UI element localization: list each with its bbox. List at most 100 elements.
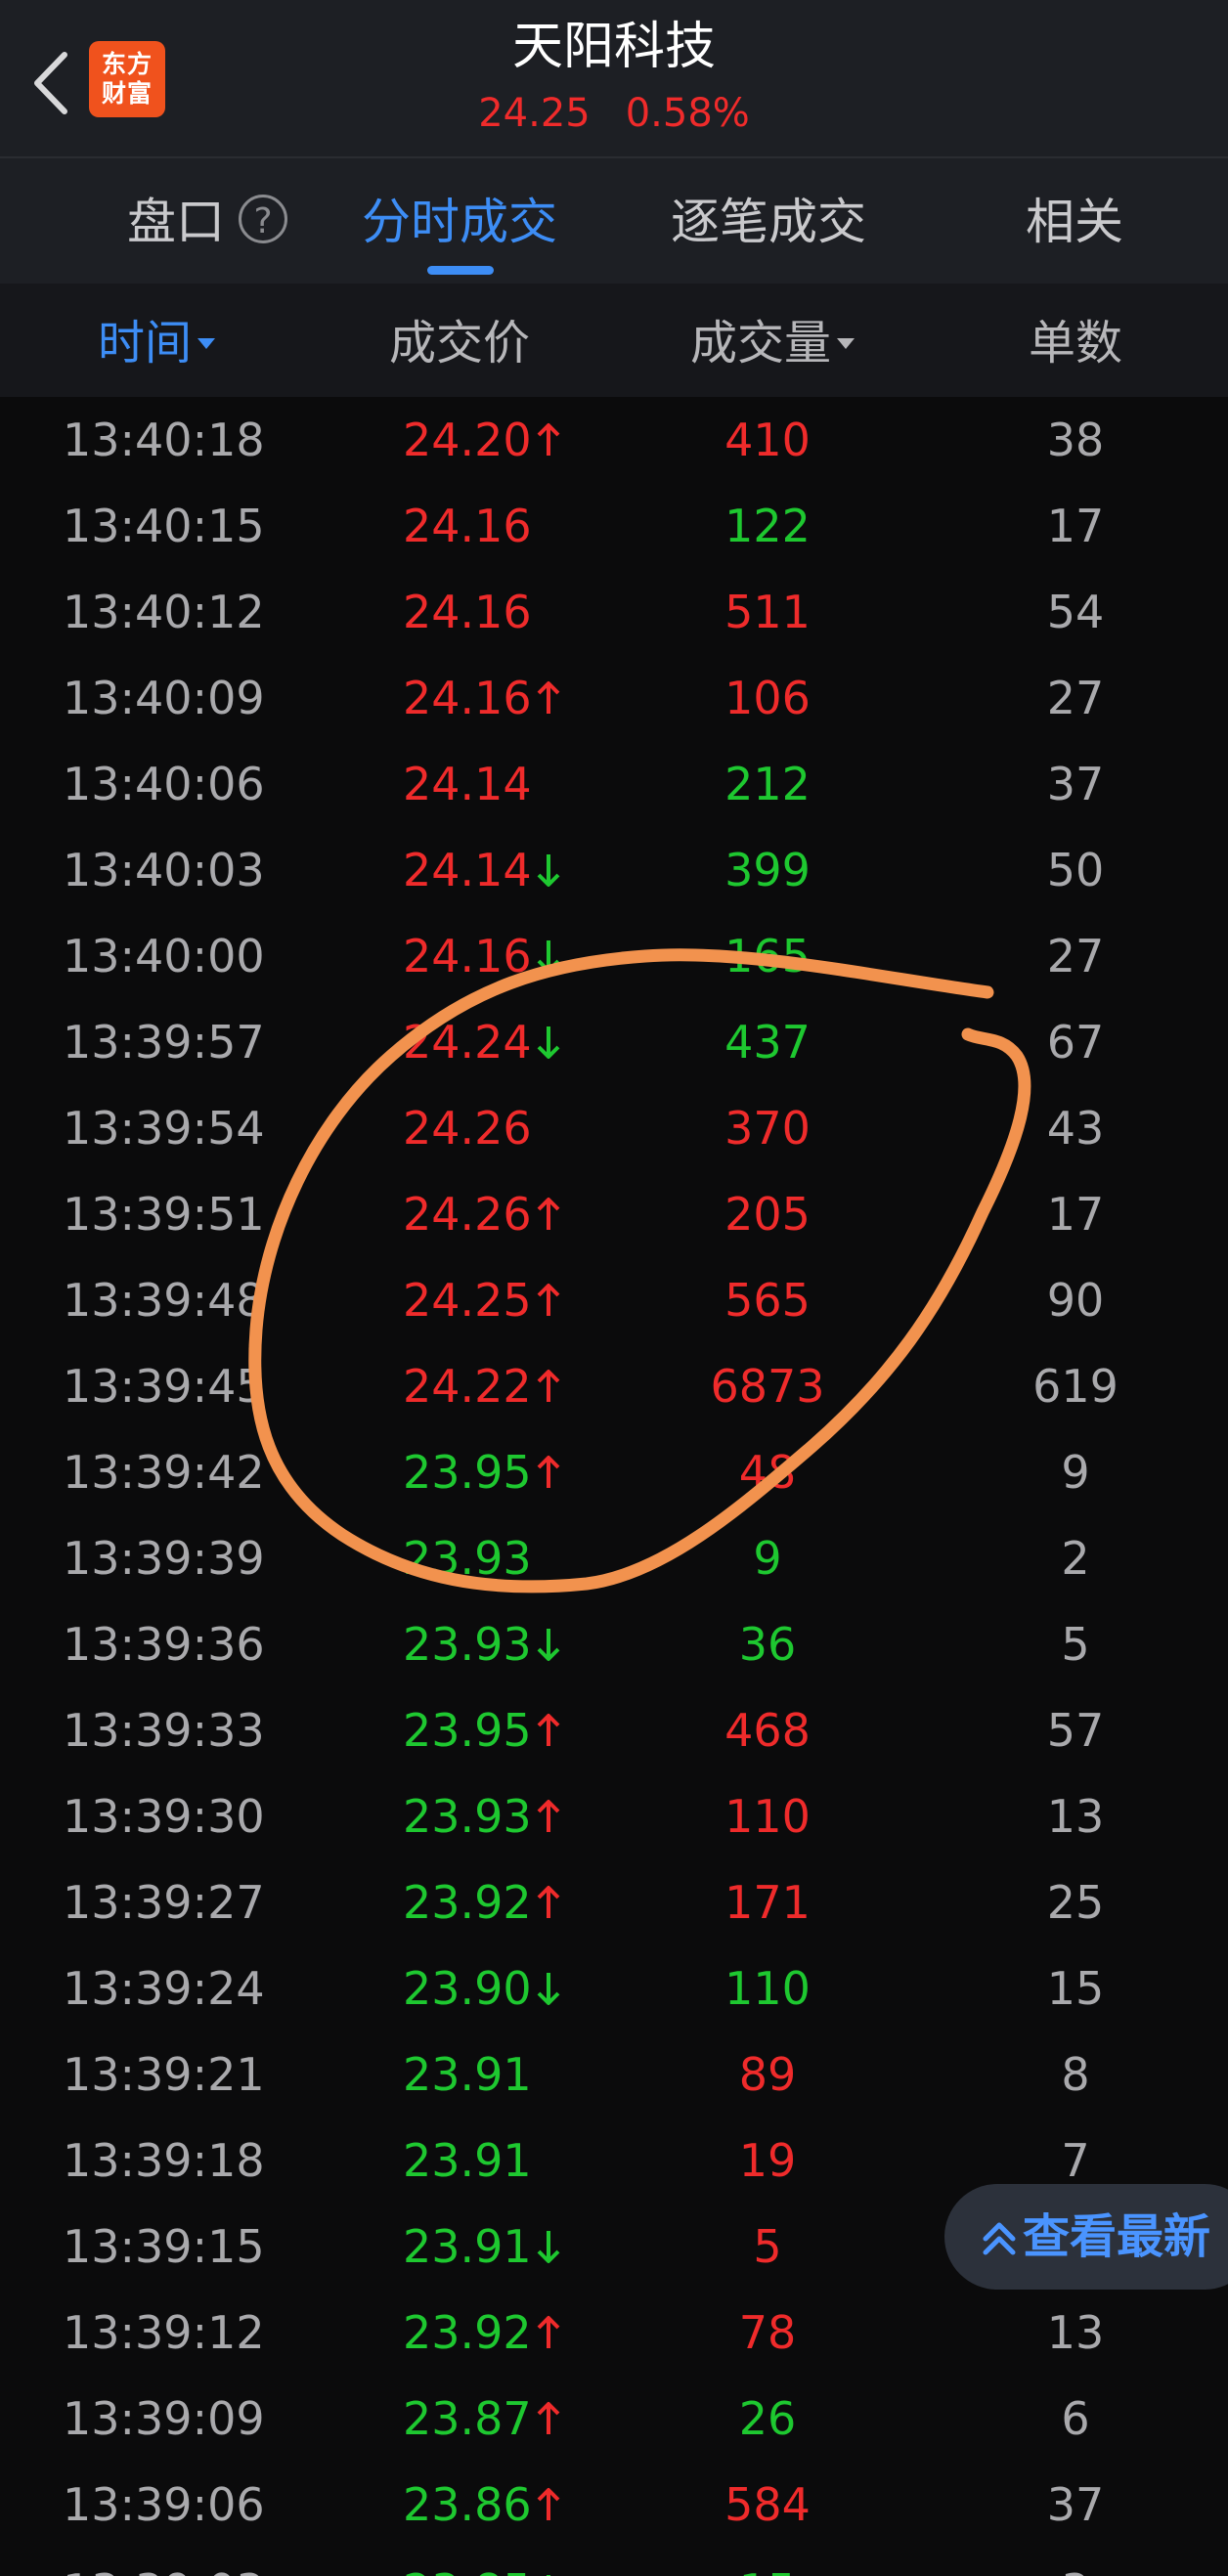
trade-count: 17 (1046, 500, 1105, 552)
trade-count: 5 (1061, 1618, 1090, 1671)
arrow-up-icon (534, 1433, 563, 1488)
trade-volume: 584 (724, 2478, 811, 2531)
trade-price-value: 23.95 (403, 1446, 532, 1499)
trade-time: 13:39:24 (63, 1962, 265, 2015)
trade-price-value: 23.90 (403, 1962, 532, 2015)
tab-order-book[interactable]: 盘口? (100, 188, 315, 256)
trade-price-value: 23.95 (403, 1704, 532, 1757)
trade-volume: 410 (724, 414, 811, 466)
tab-bar: 盘口? 分时成交 逐笔成交 相关 (0, 156, 1228, 284)
trade-price: 23.93 (403, 1515, 598, 1601)
trade-row: 13:39:54 24.26 370 43 (0, 1085, 1228, 1171)
trade-price: 24.16 (403, 655, 598, 741)
column-volume-sort[interactable]: 成交量 (665, 311, 880, 375)
trade-volume: 26 (738, 2392, 797, 2445)
column-price: 成交价 (372, 311, 548, 375)
trade-time: 13:40:03 (63, 844, 265, 896)
trade-price-value: 23.93 (403, 1532, 532, 1585)
trade-price: 23.85 (403, 2548, 598, 2576)
trade-price: 24.16 (403, 913, 598, 999)
active-tab-indicator (427, 266, 494, 275)
trade-volume: 171 (724, 1876, 811, 1929)
trade-volume: 78 (738, 2306, 797, 2359)
trade-price: 24.14 (403, 827, 598, 913)
trade-price: 23.92 (403, 1859, 598, 1945)
trade-price: 24.16 (403, 569, 598, 655)
trade-volume: 5 (753, 2220, 782, 2273)
help-icon[interactable]: ? (239, 195, 287, 243)
trade-price-value: 23.92 (403, 2306, 532, 2359)
trade-price-value: 23.87 (403, 2392, 532, 2445)
arrow-down-icon (534, 917, 563, 973)
trade-volume: 110 (724, 1962, 811, 2015)
trade-time: 13:39:30 (63, 1790, 265, 1843)
trade-row: 13:39:51 24.26 205 17 (0, 1171, 1228, 1257)
double-chevron-up-icon (983, 2222, 1016, 2255)
trade-count: 54 (1046, 586, 1105, 638)
trade-row: 13:40:12 24.16 511 54 (0, 569, 1228, 655)
trade-volume: 399 (724, 844, 811, 896)
trade-price: 23.87 (403, 2376, 598, 2462)
trade-volume: 106 (724, 672, 811, 724)
trade-row: 13:39:30 23.93 110 13 (0, 1773, 1228, 1859)
trade-time: 13:39:51 (63, 1188, 265, 1241)
trade-price: 24.14 (403, 741, 598, 827)
view-latest-button[interactable]: 查看最新 (944, 2184, 1228, 2290)
trade-count: 3 (978, 2548, 1173, 2576)
trade-count: 27 (1046, 930, 1105, 982)
trade-row: 13:39:57 24.24 437 67 (0, 999, 1228, 1085)
trade-time: 13:40:12 (63, 586, 265, 638)
trade-row: 13:39:27 23.92 171 25 (0, 1859, 1228, 1945)
trade-row: 13:39:39 23.93 9 2 (0, 1515, 1228, 1601)
trade-time: 13:39:09 (63, 2392, 265, 2445)
tab-related[interactable]: 相关 (1017, 188, 1132, 256)
trade-price-value: 24.26 (403, 1188, 532, 1241)
trade-volume: 511 (724, 586, 811, 638)
trade-volume: 89 (738, 2048, 797, 2101)
tab-tick-by-tick[interactable]: 逐笔成交 (655, 188, 882, 256)
column-time-sort[interactable]: 时间 (78, 311, 235, 375)
trade-volume: 122 (724, 500, 811, 552)
stock-change-percent: 0.58% (625, 91, 750, 136)
trade-price: 24.26 (403, 1085, 598, 1171)
trade-price: 23.95 (403, 1429, 598, 1515)
caret-down-icon (197, 338, 215, 349)
column-price-label: 成交价 (388, 316, 530, 371)
trade-price-value: 24.22 (403, 1360, 532, 1413)
trade-row: 13:39:36 23.93 36 5 (0, 1601, 1228, 1687)
tab-related-label: 相关 (1026, 194, 1123, 250)
column-time-label: 时间 (97, 316, 192, 371)
trade-volume: 15 (670, 2548, 865, 2576)
trade-time: 13:39:27 (63, 1876, 265, 1929)
trade-time: 13:39:18 (63, 2134, 265, 2187)
trade-count: 13 (1046, 1790, 1105, 1843)
trade-price-value: 24.20 (403, 414, 532, 466)
arrow-down-icon (534, 1605, 563, 1661)
trade-volume: 205 (724, 1188, 811, 1241)
trade-price-value: 23.93 (403, 1790, 532, 1843)
trade-price: 24.24 (403, 999, 598, 1085)
trade-count: 57 (1046, 1704, 1105, 1757)
trade-row: 13:39:09 23.87 26 6 (0, 2376, 1228, 2462)
view-latest-label: 查看最新 (1023, 2209, 1211, 2264)
trade-price: 24.20 (403, 397, 598, 483)
trade-price: 23.93 (403, 1601, 598, 1687)
trade-time: 13:39:21 (63, 2048, 265, 2101)
trade-row: 13:40:00 24.16 165 27 (0, 913, 1228, 999)
trade-volume: 437 (724, 1016, 811, 1069)
trade-price-value: 23.91 (403, 2134, 532, 2187)
arrow-up-icon (534, 1691, 563, 1746)
trade-volume: 36 (738, 1618, 797, 1671)
trade-price-value: 24.16 (403, 930, 532, 982)
trade-price: 23.92 (403, 2290, 598, 2376)
trade-count: 25 (1046, 1876, 1105, 1929)
table-header: 时间 成交价 成交量 单数 (0, 284, 1228, 397)
arrow-up-icon (534, 401, 563, 456)
trade-time: 13:40:06 (63, 758, 265, 810)
trade-row: 13:40:18 24.20 410 38 (0, 397, 1228, 483)
trade-volume: 6873 (710, 1360, 825, 1413)
trade-time: 13:40:15 (63, 500, 265, 552)
tab-time-sales[interactable]: 分时成交 (346, 188, 573, 256)
trade-price: 23.91 (403, 2031, 598, 2118)
trade-count: 43 (1046, 1102, 1105, 1155)
